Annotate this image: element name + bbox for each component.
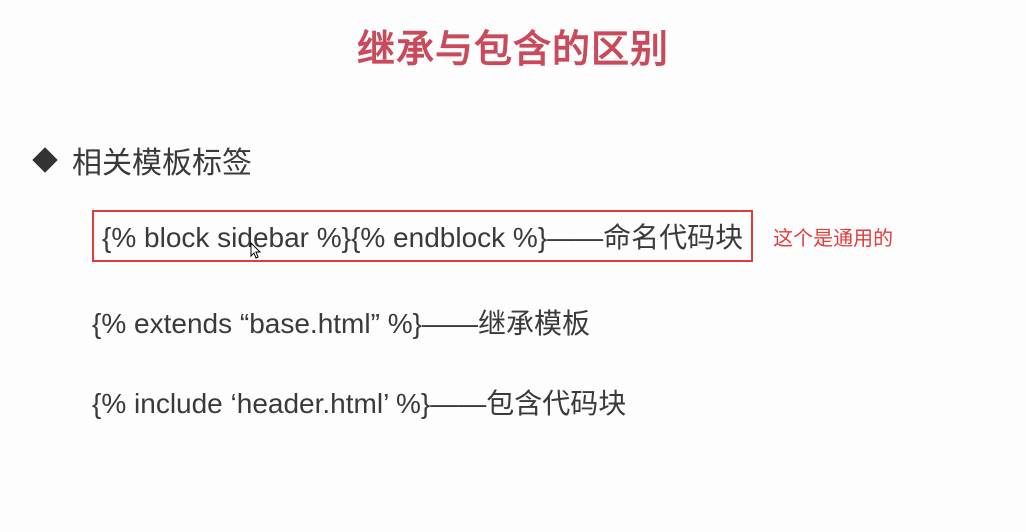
tag-line-extends: {% extends “base.html” %}——继承模板 [92, 302, 893, 342]
include-tag-text: {% include ‘header.html’ %}——包含代码块 [92, 382, 626, 422]
slide-title: 继承与包含的区别 [0, 0, 1026, 73]
section-label: 相关模板标签 [72, 138, 252, 182]
diamond-bullet-icon [32, 147, 57, 172]
extends-tag-text: {% extends “base.html” %}——继承模板 [92, 302, 590, 342]
tag-list: {% block sidebar %}{% endblock %}——命名代码块… [92, 210, 893, 462]
tag-line-block: {% block sidebar %}{% endblock %}——命名代码块… [92, 210, 893, 262]
tag-line-include: {% include ‘header.html’ %}——包含代码块 [92, 382, 893, 422]
block-tag-box: {% block sidebar %}{% endblock %}——命名代码块 [92, 210, 753, 262]
section-header: 相关模板标签 [28, 138, 252, 182]
block-annotation: 这个是通用的 [773, 222, 893, 251]
